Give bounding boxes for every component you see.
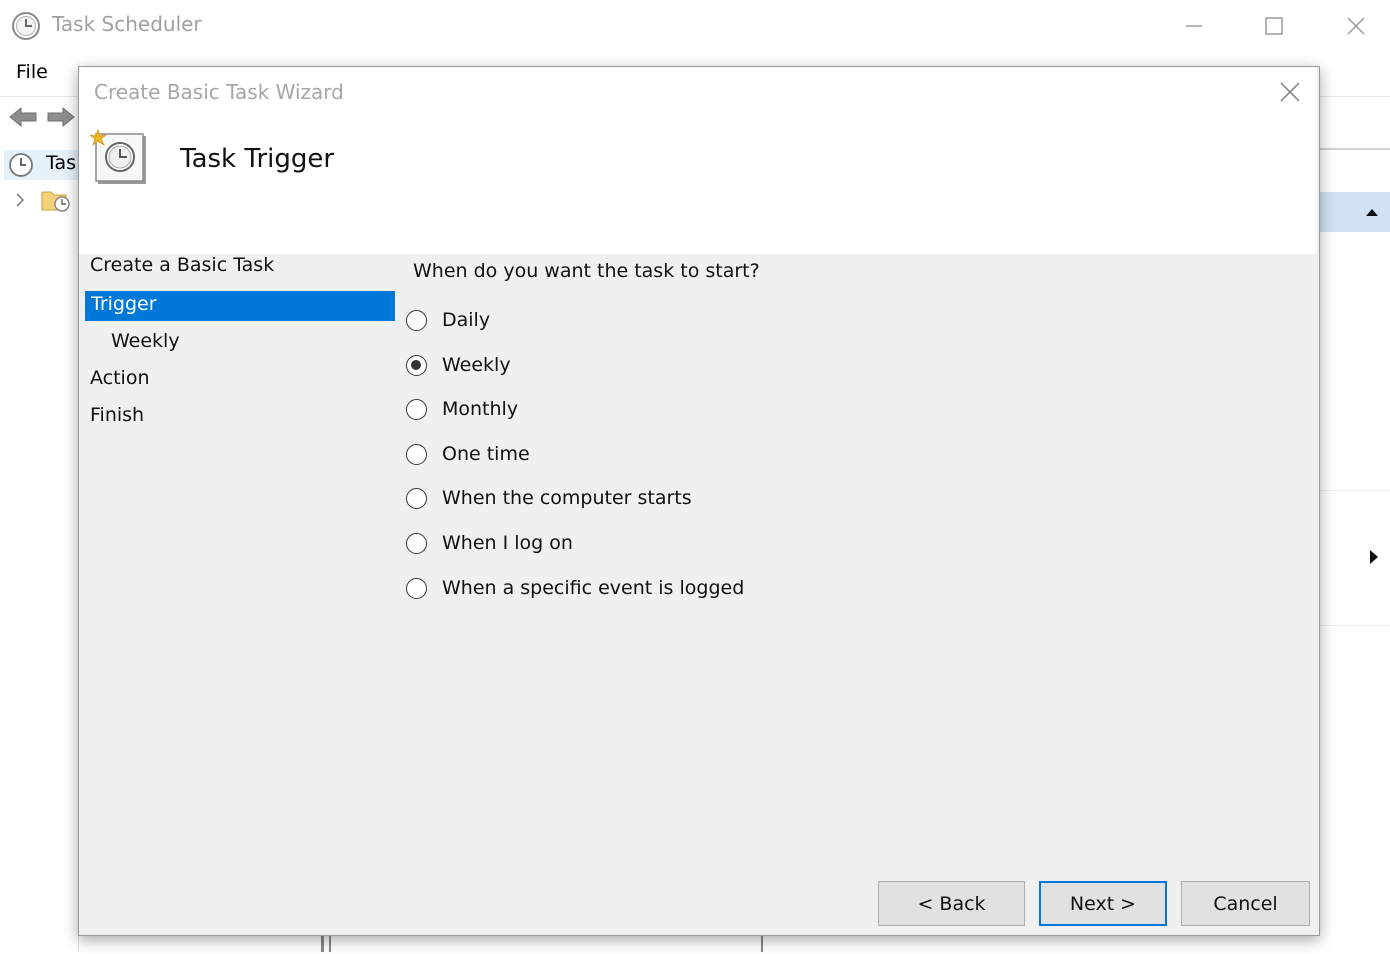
step-action[interactable]: Action bbox=[90, 367, 150, 389]
clock-icon bbox=[9, 153, 33, 177]
chevron-right-icon[interactable] bbox=[13, 188, 27, 212]
clock-icon bbox=[12, 12, 40, 40]
divider bbox=[1318, 625, 1390, 626]
maximize-button[interactable] bbox=[1250, 8, 1298, 44]
trigger-question: When do you want the task to start? bbox=[413, 260, 760, 282]
radio-button-selected[interactable] bbox=[406, 354, 427, 376]
radio-event-logged[interactable]: When a specific event is logged bbox=[406, 573, 744, 603]
maximize-icon bbox=[1265, 17, 1283, 35]
close-icon bbox=[1280, 82, 1300, 102]
tree-pane bbox=[0, 146, 79, 952]
step-finish[interactable]: Finish bbox=[90, 404, 144, 426]
step-create-basic-task[interactable]: Create a Basic Task bbox=[90, 254, 274, 276]
dialog-title: Create Basic Task Wizard bbox=[94, 80, 344, 104]
radio-label: Daily bbox=[442, 309, 491, 331]
task-clock-icon bbox=[90, 128, 146, 184]
radio-daily[interactable]: Daily bbox=[406, 305, 490, 335]
radio-label: When I log on bbox=[442, 532, 573, 554]
dialog-close-button[interactable] bbox=[1270, 76, 1310, 108]
background-fragment bbox=[321, 934, 324, 952]
tree-item-label: Task Scheduler Library bbox=[46, 152, 76, 174]
radio-label: Weekly bbox=[442, 354, 511, 376]
radio-button[interactable] bbox=[406, 487, 427, 509]
forward-arrow-icon[interactable] bbox=[46, 104, 76, 130]
menu-file[interactable]: File bbox=[16, 61, 48, 83]
radio-log-on[interactable]: When I log on bbox=[406, 528, 573, 558]
collapse-up-icon[interactable] bbox=[1364, 205, 1380, 219]
step-trigger[interactable]: Trigger bbox=[91, 293, 157, 315]
radio-label: When a specific event is logged bbox=[442, 577, 745, 599]
window-title: Task Scheduler bbox=[52, 12, 202, 36]
cancel-button[interactable]: Cancel bbox=[1181, 881, 1310, 926]
step-weekly[interactable]: Weekly bbox=[111, 330, 180, 352]
radio-button[interactable] bbox=[406, 532, 427, 554]
minimize-icon bbox=[1186, 25, 1202, 27]
radio-label: One time bbox=[442, 443, 530, 465]
minimize-button[interactable] bbox=[1170, 8, 1218, 44]
radio-monthly[interactable]: Monthly bbox=[406, 394, 518, 424]
close-icon bbox=[1347, 17, 1365, 35]
radio-button[interactable] bbox=[406, 577, 427, 599]
folder-clock-icon bbox=[41, 191, 70, 212]
back-arrow-icon[interactable] bbox=[8, 104, 38, 130]
radio-one-time[interactable]: One time bbox=[406, 439, 530, 469]
wizard-heading: Task Trigger bbox=[180, 144, 335, 174]
background-fragment bbox=[329, 934, 763, 952]
radio-button[interactable] bbox=[406, 443, 427, 465]
close-button[interactable] bbox=[1332, 8, 1380, 44]
back-button[interactable]: < Back bbox=[878, 881, 1025, 926]
radio-button[interactable] bbox=[406, 398, 427, 420]
radio-weekly[interactable]: Weekly bbox=[406, 350, 511, 380]
radio-label: Monthly bbox=[442, 398, 519, 420]
next-button[interactable]: Next > bbox=[1039, 881, 1167, 926]
divider bbox=[1318, 490, 1390, 491]
radio-label: When the computer starts bbox=[442, 487, 692, 509]
radio-button[interactable] bbox=[406, 309, 427, 331]
radio-computer-starts[interactable]: When the computer starts bbox=[406, 483, 692, 513]
expand-right-icon[interactable] bbox=[1368, 548, 1380, 566]
